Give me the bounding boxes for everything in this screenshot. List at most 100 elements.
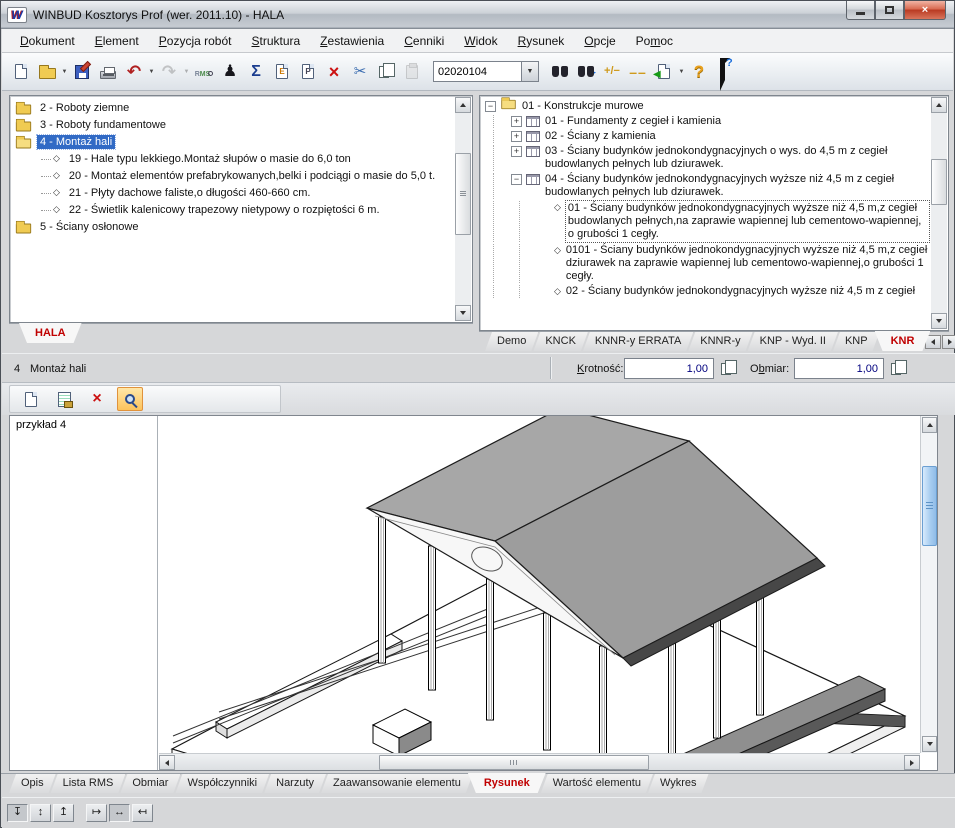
tab-warto-elementu[interactable]: Wartość elementu: [541, 774, 653, 793]
drawing-canvas[interactable]: [159, 416, 920, 753]
catalog-tree-scrollbar[interactable]: [931, 97, 947, 329]
catalog-item[interactable]: −04 - Ściany budynków jednokondygnacyjny…: [481, 172, 931, 200]
dock-bottom-button[interactable]: ↧: [7, 804, 28, 822]
tree-item-position[interactable]: ◇21 - Płyty dachowe faliste,o długości 4…: [11, 184, 455, 201]
paste-button[interactable]: [399, 59, 425, 85]
import-dropdown-arrow[interactable]: ▼: [677, 69, 686, 75]
catalog-item[interactable]: ◇02 - Ściany budynków jednokondygnacyjny…: [481, 284, 931, 299]
edit-drawing-button[interactable]: [51, 387, 77, 411]
zoom-button[interactable]: [117, 387, 143, 411]
menu-pomoc[interactable]: Pomoc: [626, 31, 683, 51]
scroll-left-button[interactable]: [159, 755, 175, 770]
split-horizontal-button[interactable]: ↕: [30, 804, 51, 822]
tree-item-element[interactable]: 2 - Roboty ziemne: [11, 99, 455, 116]
scroll-down-button[interactable]: [931, 313, 947, 329]
maximize-button[interactable]: [875, 1, 904, 20]
find-button[interactable]: [547, 59, 573, 85]
krotnosc-copy-button[interactable]: [716, 358, 740, 380]
tree-item-element[interactable]: 4 - Montaż hali: [11, 133, 455, 150]
catalog-item[interactable]: ◇01 - Ściany budynków jednokondygnacyjny…: [481, 200, 931, 243]
tab-demo[interactable]: Demo: [485, 332, 538, 351]
obmiar-input[interactable]: [794, 358, 884, 379]
scroll-up-button[interactable]: [931, 97, 947, 113]
tab-obmiar[interactable]: Obmiar: [120, 774, 180, 793]
tabs-scroll-right-button[interactable]: [942, 335, 955, 349]
left-tree-scrollbar[interactable]: [455, 97, 471, 321]
scroll-down-button[interactable]: [455, 305, 471, 321]
scroll-thumb[interactable]: [931, 159, 947, 205]
import-button[interactable]: ◀: [651, 59, 677, 85]
dock-right-button[interactable]: ↦: [86, 804, 107, 822]
scroll-thumb[interactable]: [455, 153, 471, 235]
open-document-dropdown-arrow[interactable]: ▼: [60, 69, 69, 75]
menu-dokument[interactable]: Dokument: [10, 31, 85, 51]
scroll-up-button[interactable]: [922, 417, 937, 433]
catalog-item[interactable]: +03 - Ściany budynków jednokondygnacyjny…: [481, 144, 931, 172]
tab-opis[interactable]: Opis: [9, 774, 56, 793]
expander-icon[interactable]: +: [511, 116, 522, 127]
tab-narzuty[interactable]: Narzuty: [264, 774, 326, 793]
new-document-button[interactable]: [8, 59, 34, 85]
tree-item-element[interactable]: 3 - Roboty fundamentowe: [11, 116, 455, 133]
close-button[interactable]: ×: [904, 1, 946, 20]
new-drawing-button[interactable]: [18, 387, 44, 411]
tab-wykres[interactable]: Wykres: [648, 774, 709, 793]
tab-hala[interactable]: HALA: [19, 323, 82, 343]
scroll-thumb[interactable]: [379, 755, 649, 770]
canvas-vscrollbar[interactable]: [920, 416, 937, 753]
find-next-button[interactable]: ▸: [573, 59, 599, 85]
tab-lista-rms[interactable]: Lista RMS: [51, 774, 126, 793]
undo-button[interactable]: ↶: [121, 59, 147, 85]
expander-icon[interactable]: −: [511, 174, 522, 185]
scroll-right-button[interactable]: [904, 755, 920, 770]
menu-opcje[interactable]: Opcje: [574, 31, 625, 51]
catalog-item[interactable]: +01 - Fundamenty z cegieł i kamienia: [481, 114, 931, 129]
redo-button[interactable]: ↷: [156, 59, 182, 85]
drawing-list[interactable]: przykład 4: [10, 416, 158, 770]
drawing-list-item[interactable]: przykład 4: [10, 416, 157, 434]
tree-item-position[interactable]: ◇19 - Hale typu lekkiego.Montaż słupów o…: [11, 150, 455, 167]
undo-dropdown-arrow[interactable]: ▼: [147, 69, 156, 75]
tab-knnr-y-errata[interactable]: KNNR-y ERRATA: [583, 332, 693, 351]
delete-button[interactable]: ×: [321, 59, 347, 85]
position-page-p-button[interactable]: P: [295, 59, 321, 85]
save-document-button[interactable]: [69, 59, 95, 85]
minimize-button[interactable]: [846, 1, 875, 20]
menu-rysunek[interactable]: Rysunek: [508, 31, 575, 51]
dock-left-button[interactable]: ↤: [132, 804, 153, 822]
tab-zaawansowanie-elementu[interactable]: Zaawansowanie elementu: [321, 774, 473, 793]
tab-rysunek[interactable]: Rysunek: [468, 773, 546, 793]
menu-struktura[interactable]: Struktura: [241, 31, 310, 51]
plus-minus-button[interactable]: +/−: [599, 59, 625, 85]
dock-top-button[interactable]: ↥: [53, 804, 74, 822]
scroll-down-button[interactable]: [922, 736, 937, 752]
code-combo[interactable]: ▼: [433, 61, 539, 82]
menu-element[interactable]: Element: [85, 31, 149, 51]
catalog-item[interactable]: +02 - Ściany z kamienia: [481, 129, 931, 144]
menu-pozycja-rob-t[interactable]: Pozycja robót: [149, 31, 242, 51]
person-briefcase-button[interactable]: ♟: [217, 59, 243, 85]
obmiar-copy-button[interactable]: [886, 358, 910, 380]
copy-button[interactable]: [373, 59, 399, 85]
combo-dropdown-button[interactable]: ▼: [521, 61, 539, 82]
dashes-button[interactable]: ––: [625, 59, 651, 85]
scroll-thumb[interactable]: [922, 466, 937, 546]
catalog-item[interactable]: ◇0101 - Ściany budynków jednokondygnacyj…: [481, 243, 931, 284]
tab-wsp-czynniki[interactable]: Współczynniki: [175, 774, 269, 793]
expander-icon[interactable]: +: [511, 131, 522, 142]
tree-item-position[interactable]: ◇22 - Świetlik kalenicowy trapezowy niet…: [11, 201, 455, 218]
element-page-e-button[interactable]: E: [269, 59, 295, 85]
tab-knp-wyd-ii[interactable]: KNP - Wyd. II: [748, 332, 838, 351]
delete-drawing-button[interactable]: ×: [84, 387, 110, 411]
open-document-button[interactable]: [34, 59, 60, 85]
tree-item-position[interactable]: ◇20 - Montaż elementów prefabrykowanych,…: [11, 167, 455, 184]
canvas-hscrollbar[interactable]: [159, 753, 920, 770]
menu-zestawienia[interactable]: Zestawienia: [310, 31, 394, 51]
tab-knck[interactable]: KNCK: [533, 332, 588, 351]
tab-knr[interactable]: KNR: [875, 331, 931, 351]
menu-widok[interactable]: Widok: [454, 31, 507, 51]
split-vertical-button[interactable]: ↔: [109, 804, 130, 822]
code-combo-input[interactable]: [433, 61, 521, 82]
menu-cenniki[interactable]: Cenniki: [394, 31, 454, 51]
tab-knp[interactable]: KNP: [833, 332, 880, 351]
